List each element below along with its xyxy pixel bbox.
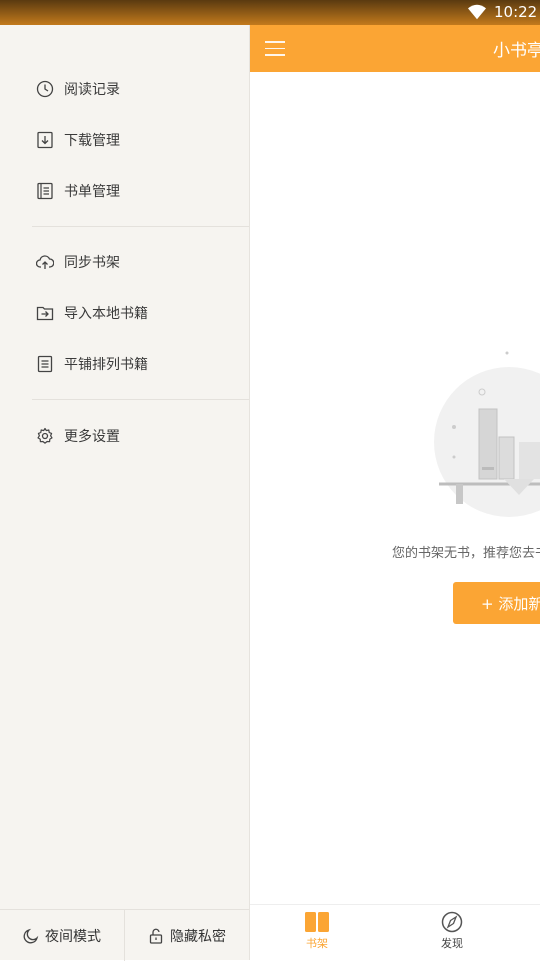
nav-tab-bookshelf[interactable]: 书架 (287, 911, 347, 951)
booklist-icon (37, 182, 53, 200)
import-folder-icon (36, 306, 54, 321)
nav-tab-discover-label: 发现 (441, 937, 463, 950)
night-mode-label: 夜间模式 (45, 928, 101, 945)
menu-tile-layout-label: 平铺排列书籍 (64, 357, 148, 373)
night-mode-button[interactable]: 夜间模式 (0, 910, 124, 961)
menu-reading-history[interactable]: 阅读记录 (36, 77, 120, 101)
menu-tile-layout[interactable]: 平铺排列书籍 (36, 352, 148, 376)
empty-bookshelf-text: 您的书架无书，推荐您去书城看看 (392, 546, 540, 561)
bookshelf-icon (305, 912, 329, 932)
status-time: 10:22 (494, 3, 538, 21)
add-book-button[interactable]: + 添加新书 (453, 582, 540, 624)
gear-icon (37, 427, 53, 444)
wifi-icon (468, 4, 486, 20)
nav-tab-discover[interactable]: 发现 (422, 911, 482, 951)
menu-import-local-books[interactable]: 导入本地书籍 (36, 301, 148, 325)
drawer-bottom-bar: 夜间模式 隐藏私密 (0, 909, 249, 961)
download-icon (37, 131, 53, 149)
menu-booklist-manager[interactable]: 书单管理 (36, 179, 120, 203)
menu-more-settings-label: 更多设置 (64, 429, 120, 445)
moon-icon (23, 928, 39, 943)
menu-booklist-manager-label: 书单管理 (64, 184, 120, 200)
status-bar: 10:22 (0, 0, 540, 25)
empty-bookshelf-illustration (434, 351, 540, 517)
menu-import-local-books-label: 导入本地书籍 (64, 306, 148, 322)
bookshelf-content: 您的书架无书，推荐您去书城看看 + 添加新书 (249, 72, 540, 904)
menu-reading-history-label: 阅读记录 (64, 82, 120, 98)
menu-sync-bookshelf[interactable]: 同步书架 (36, 250, 120, 274)
cloud-sync-icon (36, 255, 54, 269)
menu-download-manager-label: 下载管理 (64, 133, 120, 149)
app-bar: 小书亭 (249, 25, 540, 72)
lock-icon (149, 928, 163, 944)
menu-sync-bookshelf-label: 同步书架 (64, 255, 120, 271)
add-book-button-label: + 添加新书 (481, 595, 540, 613)
hamburger-menu-icon[interactable] (265, 41, 285, 56)
list-layout-icon (37, 355, 53, 373)
menu-divider (32, 399, 249, 400)
navigation-drawer: 阅读记录 下载管理 书单管理 同步书架 导入本地书籍 平铺排列书籍 更多设置 夜… (0, 25, 250, 961)
app-title: 小书亭 (493, 41, 540, 61)
menu-more-settings[interactable]: 更多设置 (36, 424, 120, 448)
hide-private-button[interactable]: 隐藏私密 (125, 910, 249, 961)
nav-tab-bookshelf-label: 书架 (306, 937, 328, 950)
menu-download-manager[interactable]: 下载管理 (36, 128, 120, 152)
bottom-navigation: 书架 发现 (249, 904, 540, 961)
compass-icon (441, 911, 463, 933)
clock-icon (36, 80, 54, 98)
hide-private-label: 隐藏私密 (170, 928, 226, 945)
menu-divider (32, 226, 249, 227)
